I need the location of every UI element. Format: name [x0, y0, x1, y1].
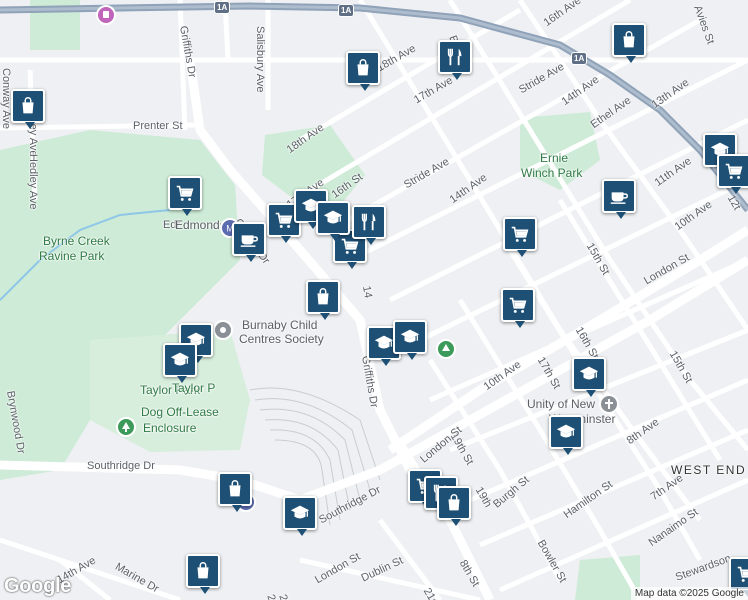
street-label: Prenter St — [133, 120, 183, 132]
coffee-cup-pin[interactable] — [232, 222, 266, 262]
shopping-cart-icon — [509, 297, 527, 313]
highway-shield: 1A — [338, 4, 355, 17]
shopping-cart-pin[interactable] — [729, 557, 748, 597]
park-label: Taylor P — [172, 381, 216, 395]
shopping-bag-pin[interactable] — [306, 280, 340, 320]
school-pin[interactable] — [549, 415, 583, 455]
shopping-bag-icon — [357, 59, 369, 76]
street-label: Southridge Dr — [87, 460, 155, 472]
shopping-cart-icon — [275, 212, 293, 228]
restaurant-icon — [361, 213, 376, 231]
poi-label: Centres Society — [239, 332, 324, 346]
shopping-cart-pin[interactable] — [503, 217, 537, 257]
poi-label: Unity of New — [527, 397, 596, 411]
shopping-bag-pin[interactable] — [346, 51, 380, 91]
school-icon — [400, 329, 420, 343]
school-pin[interactable] — [393, 320, 427, 360]
shopping-cart-icon — [737, 566, 748, 582]
shopping-cart-icon — [511, 226, 529, 242]
school-icon — [374, 335, 394, 349]
google-logo: Google — [4, 575, 72, 597]
shopping-cart-icon — [176, 185, 194, 201]
neighborhood-label: WEST END — [671, 463, 747, 477]
street-label: Salisbury Ave — [254, 26, 266, 93]
shopping-bag-icon — [22, 97, 34, 114]
shopping-bag-pin[interactable] — [186, 554, 220, 594]
shopping-bag-pin[interactable] — [612, 23, 646, 63]
map-canvas[interactable]: Griffiths Dr Salisbury Ave Conway Ave Hedle… — [0, 0, 748, 600]
coffee-cup-pin[interactable] — [602, 179, 636, 219]
park-label: Ravine Park — [39, 249, 105, 263]
coffee-cup-icon — [240, 235, 258, 247]
poi-label: Burnaby Child — [242, 318, 318, 332]
park-label: Dog Off-Lease — [141, 405, 219, 419]
coffee-cup-icon — [610, 192, 628, 204]
park-tree-icon[interactable] — [116, 417, 136, 437]
park-label: Ernie — [540, 151, 569, 165]
shopping-bag-icon — [623, 31, 635, 48]
shopping-cart-pin[interactable] — [168, 176, 202, 216]
community-center-icon[interactable] — [213, 320, 233, 340]
school-icon — [579, 366, 599, 380]
map-base-layer — [0, 0, 748, 600]
restaurant-icon — [447, 48, 462, 66]
school-pin[interactable] — [316, 201, 350, 241]
highway-shield: 1A — [571, 52, 588, 65]
park-icon[interactable] — [436, 339, 456, 359]
school-icon — [290, 505, 310, 519]
school-icon — [556, 424, 576, 438]
street-label: Hedley Ave — [27, 154, 39, 210]
school-pin[interactable] — [283, 496, 317, 536]
school-icon — [323, 210, 343, 224]
shopping-bag-icon — [317, 288, 329, 305]
shopping-bag-pin[interactable] — [218, 472, 252, 512]
shopping-cart-pin[interactable] — [501, 288, 535, 328]
shopping-bag-icon — [197, 562, 209, 579]
map-attribution[interactable]: Map data ©2025 Google — [630, 587, 748, 600]
street-label: 14 — [360, 284, 375, 300]
park-label: Winch Park — [521, 166, 583, 180]
shopping-cart-icon — [725, 163, 743, 179]
shopping-bag-pin[interactable] — [11, 89, 45, 129]
poi-label: Edmonds — [175, 218, 226, 232]
restaurant-pin[interactable] — [352, 205, 386, 245]
school-pin[interactable] — [572, 357, 606, 397]
church-icon[interactable] — [599, 394, 619, 414]
shopping-bag-icon — [448, 494, 460, 511]
park-label: Enclosure — [143, 421, 197, 435]
transit-station-icon[interactable] — [96, 5, 116, 25]
school-pin[interactable] — [163, 343, 197, 383]
shopping-bag-icon — [229, 480, 241, 497]
shopping-bag-pin[interactable] — [437, 486, 471, 526]
park-label: Byrne Creek — [43, 234, 110, 248]
shopping-cart-pin[interactable] — [717, 154, 748, 194]
highway-shield: 1A — [214, 1, 231, 14]
restaurant-pin[interactable] — [438, 40, 472, 80]
school-icon — [170, 352, 190, 366]
